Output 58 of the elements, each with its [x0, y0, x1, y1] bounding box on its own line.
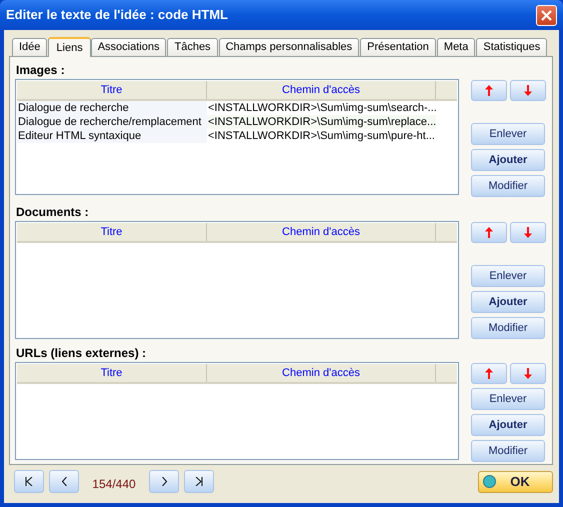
tab[interactable]: Champs personnalisables — [218, 38, 360, 56]
table-cell: <INSTALLWORKDIR>\Sum\img-sum\search-... — [207, 101, 436, 115]
down-arrow-icon — [523, 84, 533, 97]
tab[interactable]: Associations — [90, 38, 166, 56]
action-button[interactable]: Ajouter — [471, 291, 545, 313]
move-down-button[interactable] — [510, 222, 546, 243]
table-cell: Dialogue de recherche/remplacement — [17, 115, 207, 129]
column-header[interactable]: Titre — [17, 223, 207, 241]
action-button[interactable]: Enlever — [471, 265, 545, 287]
move-down-button[interactable] — [510, 363, 546, 384]
window-title: Editer le texte de l'idée : code HTML — [6, 6, 228, 24]
last-button[interactable] — [184, 470, 214, 493]
column-header[interactable]: Titre — [17, 364, 207, 382]
move-up-button[interactable] — [471, 80, 507, 101]
down-arrow-icon — [523, 367, 533, 380]
action-button[interactable]: Ajouter — [471, 414, 545, 436]
table-cell: <INSTALLWORKDIR>\Sum\img-sum\pure-ht... — [207, 129, 436, 143]
tab[interactable]: Idée — [12, 38, 48, 56]
move-down-button[interactable] — [510, 80, 546, 101]
down-arrow-icon — [523, 226, 533, 239]
column-header[interactable]: Chemin d'accès — [207, 81, 436, 99]
action-button[interactable]: Modifier — [471, 317, 545, 339]
record-counter: 154/440 — [91, 476, 137, 492]
section-label: URLs (liens externes) : — [15, 344, 146, 362]
action-button[interactable]: Enlever — [471, 388, 545, 410]
action-button[interactable]: Enlever — [471, 123, 545, 145]
move-up-button[interactable] — [471, 222, 507, 243]
close-icon — [541, 10, 552, 20]
tab[interactable]: Présentation — [360, 38, 436, 56]
last-icon — [195, 477, 203, 486]
tab[interactable]: Liens — [48, 37, 91, 57]
up-arrow-icon — [484, 367, 494, 380]
ok-button[interactable]: OK — [478, 470, 553, 492]
action-button[interactable]: Modifier — [471, 440, 545, 462]
previous-button[interactable] — [49, 470, 79, 493]
first-icon — [25, 477, 33, 486]
column-header[interactable]: Chemin d'accès — [207, 364, 436, 382]
column-header[interactable]: Chemin d'accès — [207, 223, 436, 241]
first-button[interactable] — [14, 470, 44, 493]
action-button[interactable]: Ajouter — [471, 149, 545, 171]
move-up-button[interactable] — [471, 363, 507, 384]
table-cell: <INSTALLWORKDIR>\Sum\img-sum\replace... — [207, 115, 436, 129]
section-label: Images : — [15, 62, 65, 78]
up-arrow-icon — [484, 226, 494, 239]
tab[interactable]: Meta — [436, 38, 476, 56]
table-cell: Editeur HTML syntaxique — [17, 129, 207, 143]
up-arrow-icon — [484, 84, 494, 97]
column-header[interactable]: Titre — [17, 81, 207, 99]
section-label: Documents : — [15, 204, 89, 220]
previous-icon — [62, 477, 66, 486]
circle-icon — [483, 475, 496, 488]
action-button[interactable]: Modifier — [471, 175, 545, 197]
next-button[interactable] — [149, 470, 179, 493]
table-cell: Dialogue de recherche — [17, 101, 207, 115]
close-button[interactable] — [536, 4, 557, 26]
next-icon — [162, 477, 166, 486]
tab[interactable]: Tâches — [167, 38, 218, 56]
tab[interactable]: Statistiques — [476, 38, 548, 56]
